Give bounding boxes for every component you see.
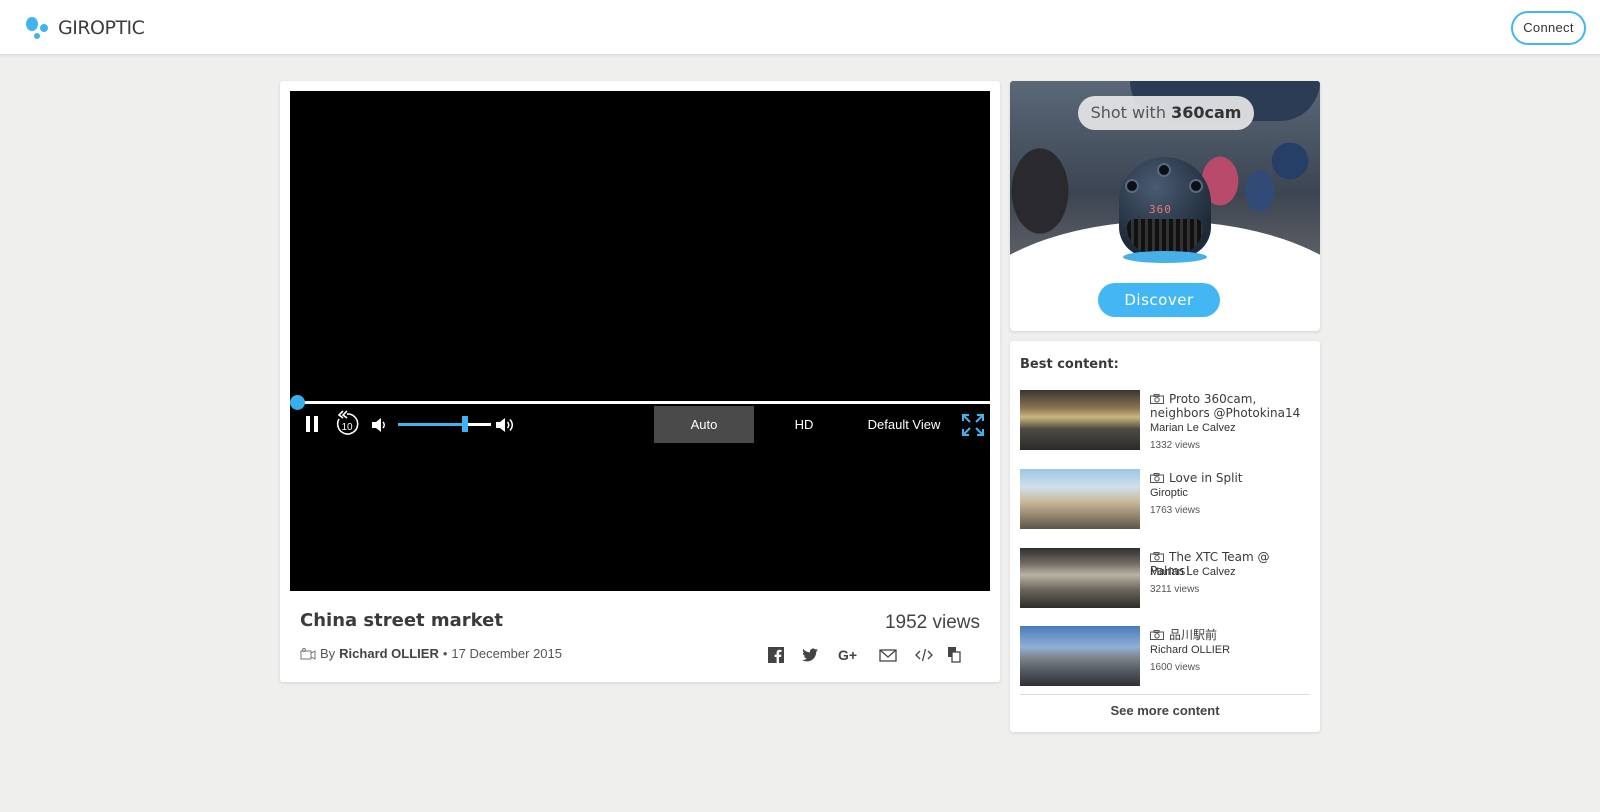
embed-icon[interactable]	[915, 646, 933, 664]
content-author[interactable]: Marian Le Calvez	[1150, 422, 1236, 434]
content-views: 1600 views	[1150, 662, 1201, 673]
seek-bar[interactable]	[298, 401, 990, 404]
camera-label: 360	[1149, 203, 1172, 216]
volume-level-fill	[398, 423, 465, 426]
quality-auto-button[interactable]: Auto	[654, 406, 754, 443]
content-item[interactable]: Proto 360cam, neighbors @Photokina14 Mar…	[1020, 390, 1312, 451]
facebook-icon[interactable]	[767, 646, 785, 664]
logo-text: GIROPTIC	[58, 17, 145, 39]
giroptic-logo-icon	[24, 15, 52, 41]
connect-button[interactable]: Connect	[1511, 11, 1586, 45]
content-views: 1763 views	[1150, 505, 1201, 516]
360cam-ad-card[interactable]: Shot with 360cam 360 Discover	[1010, 81, 1320, 331]
best-content-title: Best content:	[1020, 357, 1119, 372]
content-views: 3211 views	[1150, 584, 1200, 595]
rewind-10-icon[interactable]: 10	[333, 410, 361, 438]
content-title[interactable]: Proto 360cam, neighbors @Photokina14	[1150, 392, 1312, 420]
shot-with-prefix: Shot with	[1090, 103, 1166, 122]
content-item[interactable]: Love in Split Giroptic 1763 views	[1020, 469, 1312, 529]
content-thumbnail[interactable]	[1020, 469, 1140, 529]
volume-slider[interactable]	[398, 423, 491, 426]
top-navbar: GIROPTIC Connect	[0, 0, 1600, 55]
byline-separator: •	[442, 646, 448, 661]
svg-text:G+: G+	[838, 647, 857, 663]
shot-with-badge: Shot with 360cam	[1078, 96, 1254, 130]
see-more-content-link[interactable]: See more content	[1010, 703, 1320, 718]
discover-button[interactable]: Discover	[1098, 283, 1220, 317]
camera-icon	[1150, 552, 1164, 562]
best-content-panel: Best content: Proto 360cam, neighbors @P…	[1010, 341, 1320, 732]
video-byline: By Richard OLLIER • 17 December 2015	[300, 646, 562, 661]
camera-icon	[1150, 394, 1164, 404]
content-views: 1332 views	[1150, 440, 1201, 451]
360cam-product-image: 360	[1113, 157, 1217, 275]
content-item[interactable]: The XTC Team @ Palms! Marian Le Calvez 3…	[1020, 548, 1312, 608]
seek-handle[interactable]	[290, 395, 305, 410]
video-card: 10 Auto HD Default View China street mar…	[280, 81, 1000, 682]
content-item[interactable]: 品川駅前 Richard OLLIER 1600 views	[1020, 626, 1312, 686]
pause-icon[interactable]	[305, 416, 319, 432]
default-view-button[interactable]: Default View	[854, 406, 954, 443]
video-player[interactable]: 10 Auto HD Default View	[290, 91, 990, 591]
email-icon[interactable]	[879, 646, 897, 664]
video-title: China street market	[300, 610, 503, 631]
twitter-icon[interactable]	[801, 646, 819, 664]
content-author[interactable]: Giroptic	[1150, 487, 1188, 499]
camera-icon	[1150, 630, 1164, 640]
content-thumbnail[interactable]	[1020, 548, 1140, 608]
content-thumbnail[interactable]	[1020, 390, 1140, 450]
volume-low-icon[interactable]	[370, 416, 388, 434]
copy-icon[interactable]	[947, 646, 961, 664]
camera-icon	[1150, 473, 1164, 483]
volume-handle[interactable]	[461, 416, 468, 432]
video-date: 17 December 2015	[451, 646, 562, 661]
content-author[interactable]: Marian Le Calvez	[1150, 566, 1236, 578]
rewind-label: 10	[341, 422, 353, 433]
shot-with-brand: 360cam	[1171, 103, 1242, 122]
video-camera-icon	[300, 647, 316, 660]
giroptic-logo[interactable]: GIROPTIC	[24, 15, 145, 41]
author-link[interactable]: Richard OLLIER	[339, 646, 439, 661]
content-thumbnail[interactable]	[1020, 626, 1140, 686]
content-title[interactable]: Love in Split	[1150, 471, 1312, 485]
fullscreen-icon[interactable]	[961, 413, 985, 437]
volume-high-icon[interactable]	[494, 415, 516, 435]
google-plus-icon[interactable]: G+	[838, 646, 862, 664]
video-view-count: 1952 views	[884, 612, 980, 633]
content-author[interactable]: Richard OLLIER	[1150, 644, 1230, 656]
quality-hd-button[interactable]: HD	[754, 406, 854, 443]
by-prefix: By	[320, 646, 336, 661]
divider	[1020, 694, 1310, 695]
content-title[interactable]: 品川駅前	[1150, 628, 1312, 642]
